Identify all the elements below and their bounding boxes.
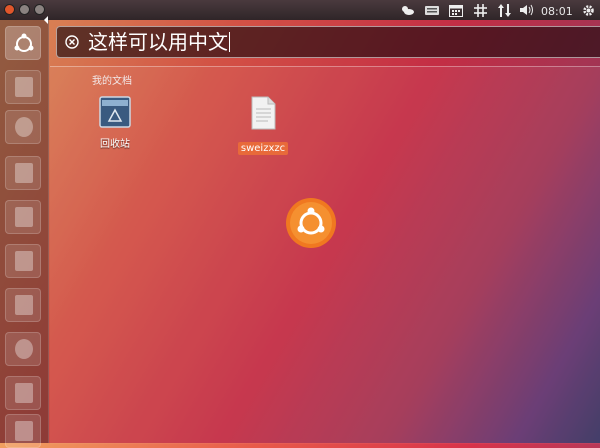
clock-indicator[interactable]: 08:01 (541, 3, 573, 19)
launcher-active-arrow (44, 16, 48, 24)
minimize-window-button[interactable] (19, 4, 30, 15)
dash-home-button[interactable] (5, 26, 41, 60)
firefox-launcher-icon[interactable] (5, 110, 41, 144)
ubuntu-logo-icon (14, 33, 34, 52)
impress-launcher-icon[interactable] (5, 244, 41, 278)
calc-launcher-icon[interactable] (5, 200, 41, 234)
network-grid-icon[interactable] (472, 2, 488, 18)
keyboard-icon[interactable] (424, 2, 440, 18)
clear-search-icon[interactable] (65, 35, 79, 49)
transfer-icon[interactable] (496, 2, 512, 18)
launcher (0, 20, 49, 448)
trash-bin-icon (99, 96, 131, 128)
volume-icon[interactable] (518, 2, 536, 18)
search-input[interactable]: 这样可以用中文 (88, 30, 230, 54)
calendar-icon[interactable] (448, 2, 464, 18)
top-panel: 08:01 (0, 0, 600, 20)
software-center-launcher-icon[interactable] (5, 288, 41, 322)
text-file-icon (251, 96, 276, 130)
folder-category-label[interactable]: 我的文档 (92, 72, 132, 87)
writer-launcher-icon[interactable] (5, 156, 41, 190)
maximize-window-button[interactable] (34, 4, 45, 15)
file-desktop-icon[interactable]: sweizxzc (236, 96, 290, 155)
dash-search-box[interactable]: 这样可以用中文 (56, 26, 600, 58)
close-window-button[interactable] (4, 4, 15, 15)
gear-icon[interactable] (580, 2, 596, 18)
trash-label: 回收站 (100, 139, 130, 150)
trash-desktop-icon[interactable]: 回收站 (92, 96, 138, 150)
text-caret (229, 32, 230, 52)
ubuntu-one-launcher-icon[interactable] (5, 332, 41, 366)
weather-icon[interactable] (398, 2, 416, 18)
ubuntu-logo-icon (286, 198, 336, 248)
file-label: sweizxzc (237, 142, 289, 155)
workspace-switcher-launcher-icon[interactable] (5, 376, 41, 410)
files-launcher-icon[interactable] (5, 70, 41, 104)
